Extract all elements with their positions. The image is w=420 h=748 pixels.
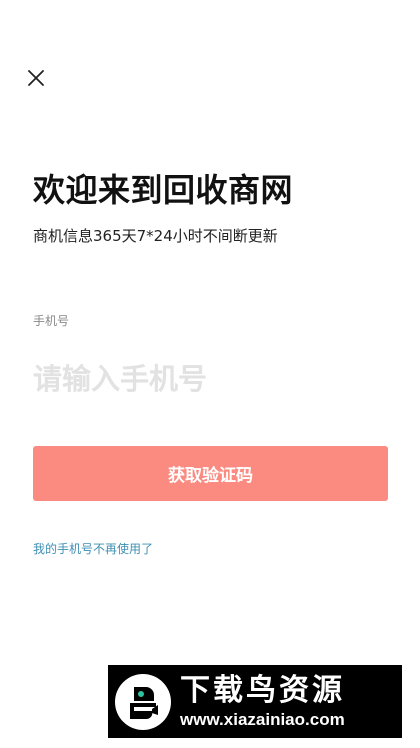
bird-logo-icon (115, 673, 171, 730)
close-button[interactable] (22, 64, 50, 92)
phone-input[interactable] (33, 355, 388, 403)
watermark-banner: 下载鸟资源 www.xiazainiao.com (108, 665, 402, 738)
page-title: 欢迎来到回收商网 (33, 171, 294, 209)
get-code-button[interactable]: 获取验证码 (33, 446, 388, 501)
phone-unavailable-link[interactable]: 我的手机号不再使用了 (33, 541, 153, 557)
watermark-name: 下载鸟资源 (180, 672, 345, 708)
phone-label: 手机号 (33, 314, 70, 328)
close-icon (28, 70, 44, 86)
watermark-url: www.xiazainiao.com (180, 709, 345, 729)
page-subtitle: 商机信息365天7*24小时不间断更新 (33, 227, 278, 245)
